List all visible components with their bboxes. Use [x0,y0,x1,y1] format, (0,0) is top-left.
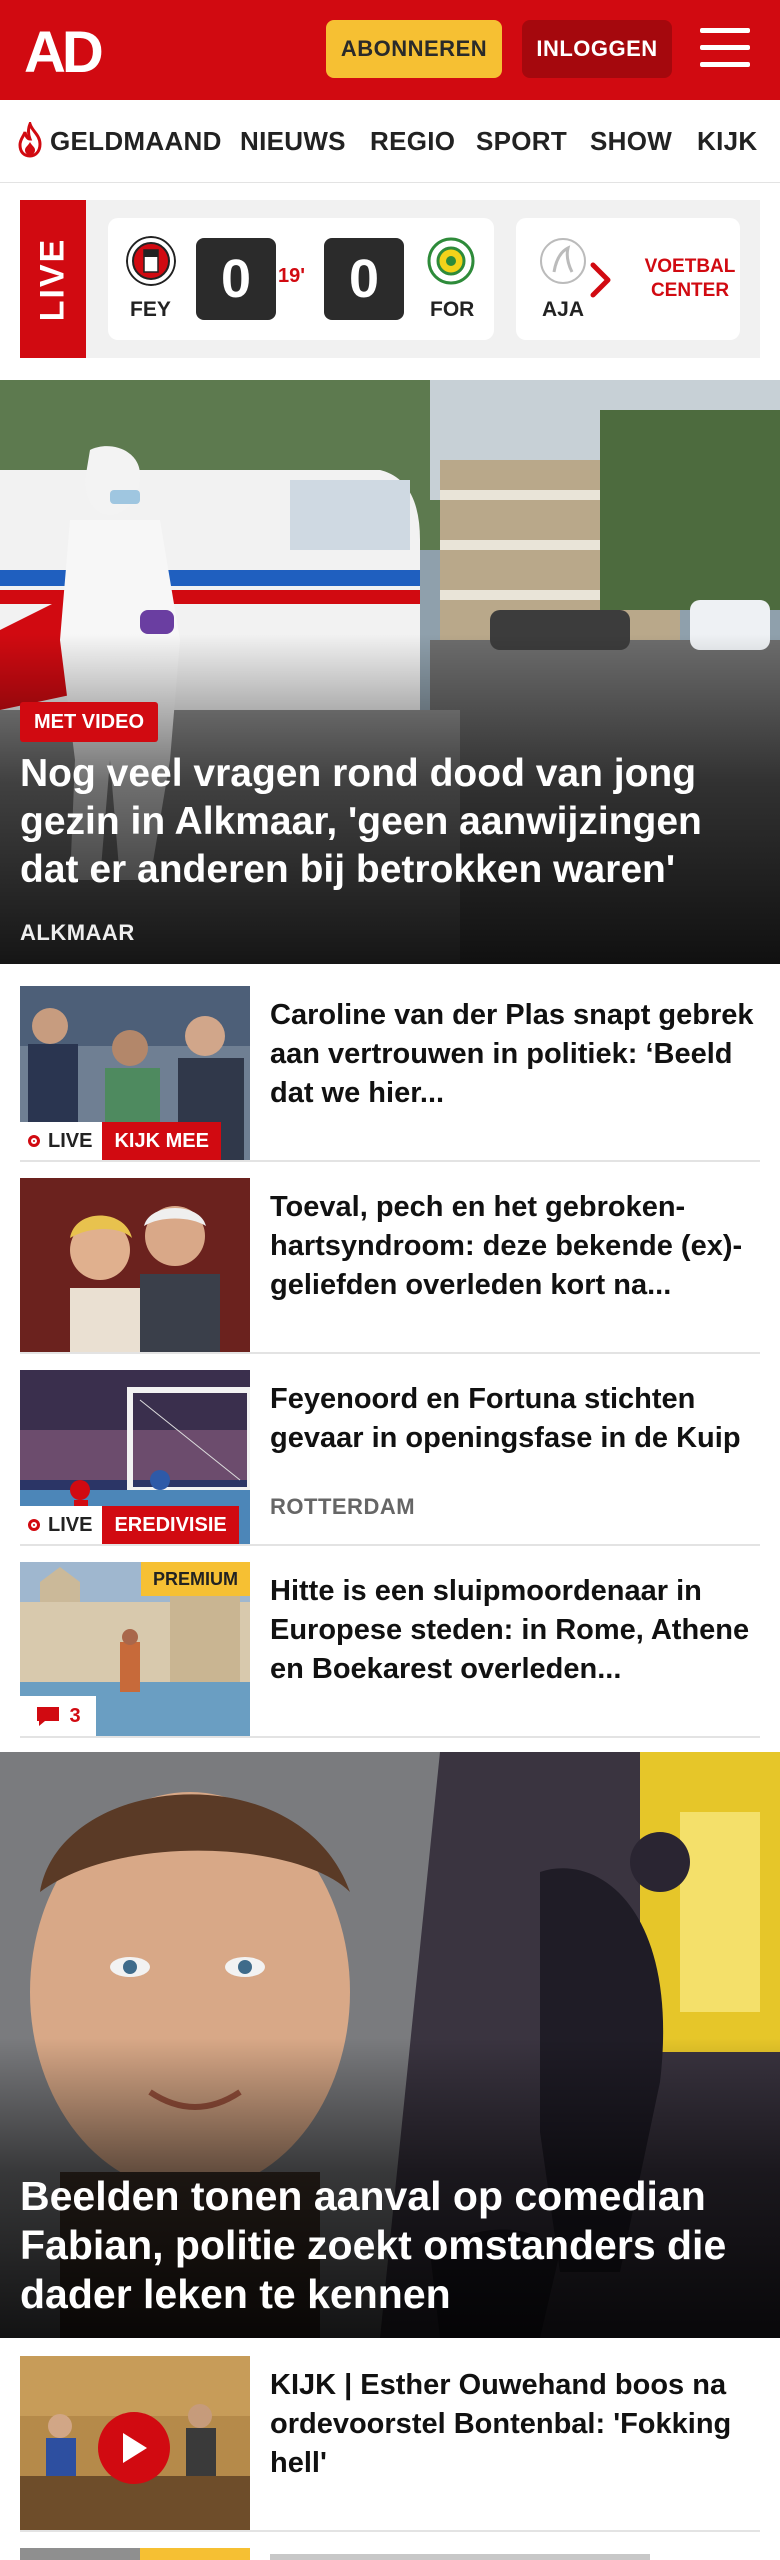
nav-item-sport[interactable]: SPORT [476,126,567,157]
chevron-right-icon[interactable] [588,260,614,300]
away-team-code: FOR [430,298,475,321]
article-thumbnail: LIVE KIJK MEE [20,986,250,1160]
voetbal-center-link[interactable]: VOETBAL CENTER [640,218,740,340]
article-title[interactable]: Toeval, pech en het gebroken-hartsyndroo… [270,1188,760,1305]
nav-item-geldmaand[interactable]: GELDMAAND [50,126,222,157]
article-thumbnail: PREMIUM 3 [20,1562,250,1736]
comments-count[interactable]: 3 [20,1696,96,1736]
match-card-fey-for[interactable]: FEY 0 19' 0 FOR [108,218,494,340]
live-label: LIVE [20,200,86,358]
next-team-code: AJA [542,298,585,321]
live-dot-icon [28,1519,40,1531]
article-thumbnail-partial [20,2548,250,2560]
nav-item-kijk[interactable]: KIJK [697,126,757,157]
menu-icon[interactable] [700,26,752,70]
article-item[interactable]: Toeval, pech en het gebroken-hartsyndroo… [20,1178,760,1354]
play-icon [123,2433,147,2463]
article-item[interactable]: KIJK | Esther Ouwehand boos na ordevoors… [20,2356,760,2532]
home-score: 0 [196,238,276,320]
match-minute: 19' [278,265,306,287]
fortuna-crest-icon [427,237,475,285]
ajax-crest-icon [540,238,586,284]
hero-article[interactable]: MET VIDEO Nog veel vragen rond dood van … [0,380,780,964]
away-score: 0 [324,238,404,320]
home-team-code: FEY [130,298,171,321]
article-item[interactable]: LIVE KIJK MEE Caroline van der Plas snap… [20,986,760,1162]
article-item[interactable]: LIVE EREDIVISIE Feyenoord en Fortuna sti… [20,1370,760,1546]
login-button[interactable]: INLOGGEN [522,20,672,78]
nav-item-show[interactable]: SHOW [590,126,672,157]
feyenoord-crest-icon [126,236,176,286]
play-video-button[interactable] [98,2412,170,2484]
nav-item-nieuws[interactable]: NIEUWS [240,126,346,157]
hero-location: ALKMAAR [20,920,135,945]
article-item[interactable]: PREMIUM 3 Hitte is een sluipmoordenaar i… [20,1562,760,1738]
article-title[interactable]: KIJK | Esther Ouwehand boos na ordevoors… [270,2366,760,2483]
article-thumbnail [20,1178,250,1352]
flame-icon [18,122,42,158]
nav-item-regio[interactable]: REGIO [370,126,455,157]
live-dot-icon [28,1135,40,1147]
subscribe-button[interactable]: ABONNEREN [326,20,502,78]
article-location: ROTTERDAM [270,1494,416,1519]
live-pill: LIVE KIJK MEE [20,1122,221,1160]
article-thumbnail [20,2356,250,2530]
premium-badge [140,2548,250,2560]
article-title-partial [270,2552,670,2560]
main-nav: GELDMAAND NIEUWS REGIO SPORT SHOW KIJK [0,100,780,183]
article-title[interactable]: Feyenoord en Fortuna stichten gevaar in … [270,1380,760,1458]
article-thumbnail: LIVE EREDIVISIE [20,1370,250,1544]
svg-text:AD: AD [24,24,102,76]
article-title[interactable]: Hitte is een sluipmoordenaar in Europese… [270,1572,760,1689]
premium-badge: PREMIUM [141,1562,250,1596]
ad-logo[interactable]: AD [24,24,114,76]
live-pill: LIVE EREDIVISIE [20,1506,239,1544]
video-badge: MET VIDEO [20,702,159,742]
site-header: AD ABONNEREN INLOGGEN [0,0,780,100]
live-scores-bar: LIVE FEY 0 19' 0 FOR AJA VOETBAL CENTER [20,200,760,358]
feature-title[interactable]: Beelden tonen aanval op comedian Fabian,… [20,2172,760,2319]
hero-title[interactable]: Nog veel vragen rond dood van jong gezin… [20,750,760,894]
comment-icon [37,1707,60,1726]
article-title[interactable]: Caroline van der Plas snapt gebrek aan v… [270,996,760,1113]
